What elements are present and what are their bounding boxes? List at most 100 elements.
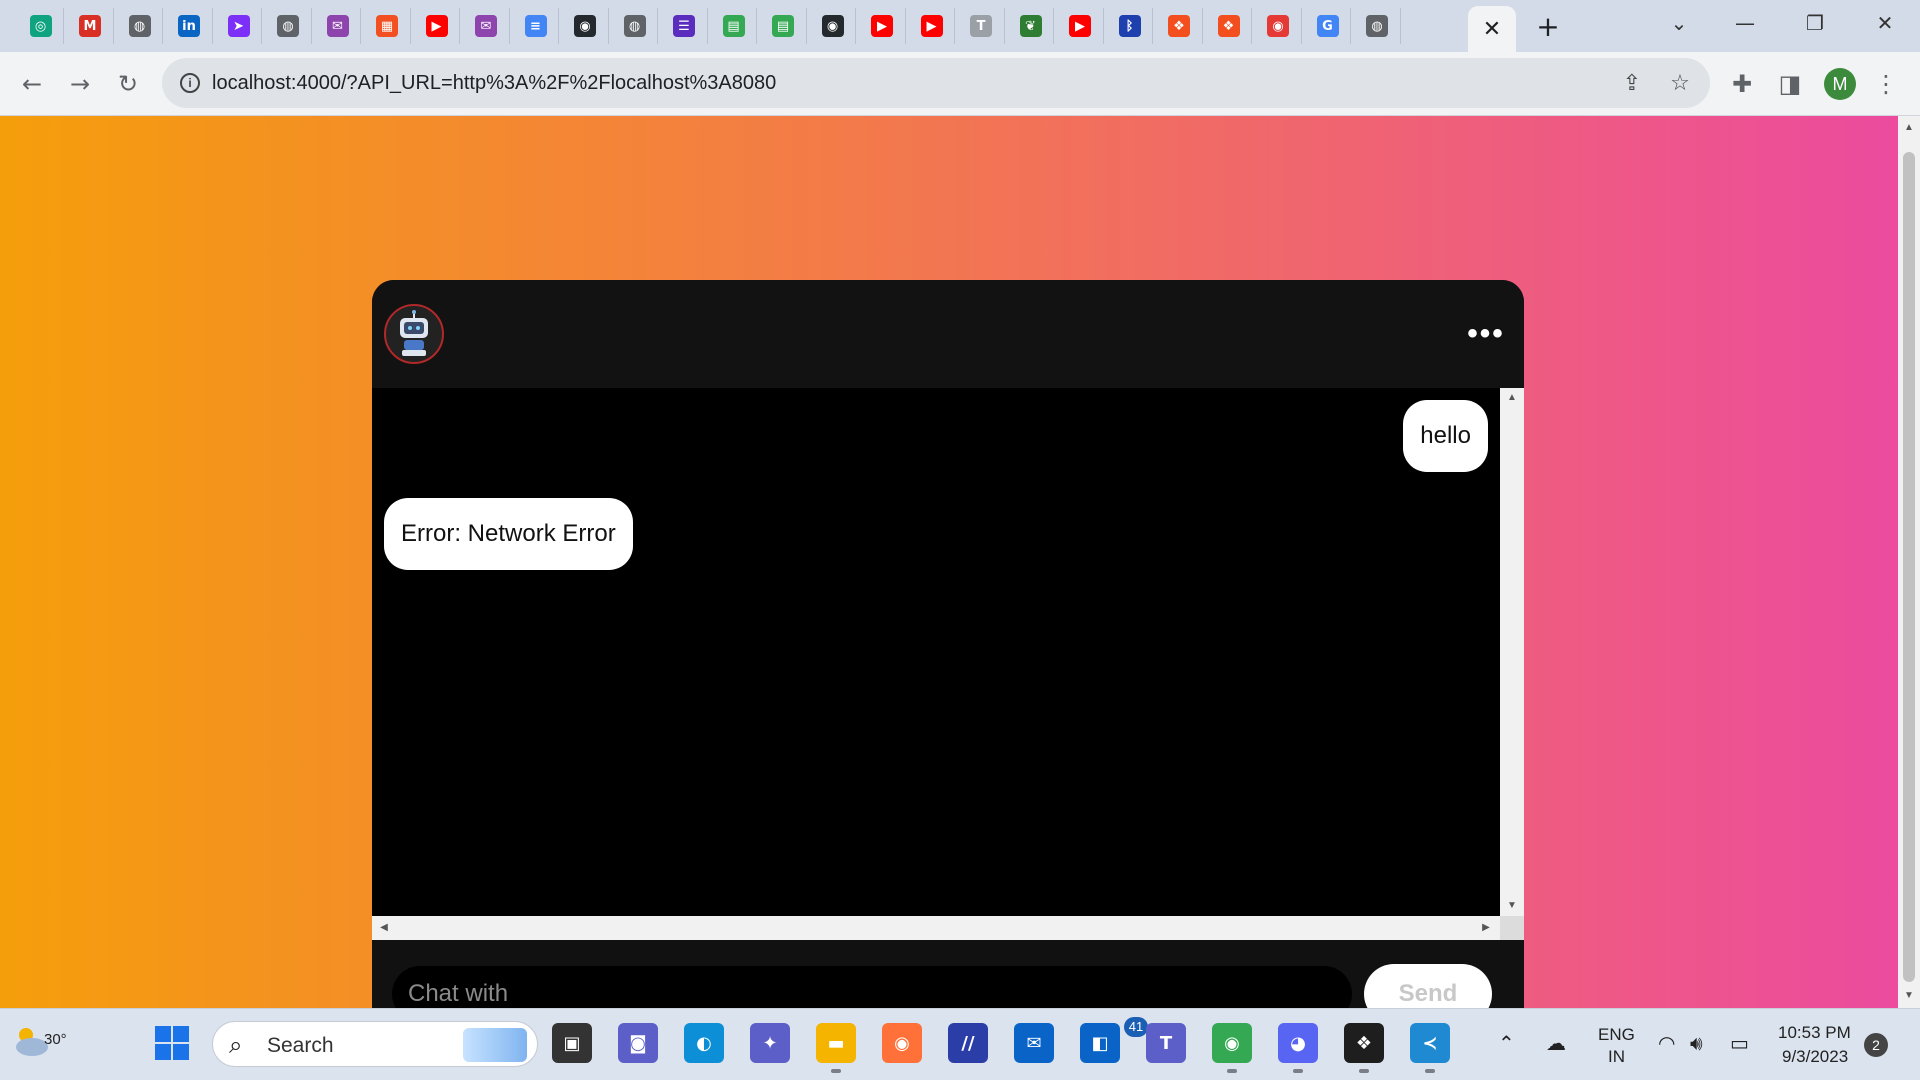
page-vertical-scrollbar[interactable]: ▲ ▼ bbox=[1898, 116, 1920, 1008]
onedrive-cloud-icon[interactable]: ☁ bbox=[1546, 1031, 1566, 1055]
running-app-indicator bbox=[1293, 1069, 1303, 1073]
page-scroll-thumb[interactable] bbox=[1903, 152, 1915, 982]
profile-avatar[interactable]: M bbox=[1824, 68, 1856, 100]
scroll-left-arrow-icon[interactable]: ◀ bbox=[378, 922, 390, 933]
site-info-icon[interactable]: i bbox=[180, 73, 200, 93]
browser-tab[interactable]: ➤ bbox=[216, 8, 262, 44]
browser-tab[interactable]: ◉ bbox=[810, 8, 856, 44]
browser-tab[interactable]: ▶ bbox=[414, 8, 460, 44]
new-tab-button[interactable]: + bbox=[1530, 10, 1566, 43]
browser-tab[interactable]: ◉ bbox=[563, 8, 609, 44]
file-explorer-icon[interactable]: ▬ bbox=[816, 1023, 856, 1063]
browser-tab[interactable]: ◍ bbox=[117, 8, 163, 44]
wifi-icon[interactable]: ◠ bbox=[1658, 1031, 1675, 1055]
page-viewport: ••• hello Error: Network Error ▲ ▼ ◀ ▶ S… bbox=[0, 116, 1898, 1052]
scroll-right-arrow-icon[interactable]: ▶ bbox=[1480, 922, 1492, 933]
running-app-indicator bbox=[1425, 1069, 1435, 1073]
browser-tab[interactable]: ▶ bbox=[1058, 8, 1104, 44]
input-language[interactable]: ENG bbox=[1598, 1025, 1635, 1045]
mail-icon[interactable]: ✉ bbox=[1014, 1023, 1054, 1063]
message-list-vertical-scrollbar[interactable]: ▲ ▼ bbox=[1500, 388, 1524, 916]
back-button[interactable]: ← bbox=[14, 66, 50, 102]
url-text[interactable]: localhost:4000/?API_URL=http%3A%2F%2Floc… bbox=[212, 72, 776, 95]
bookmark-star-icon[interactable]: ☆ bbox=[1666, 69, 1694, 97]
teams-icon[interactable]: T bbox=[1146, 1023, 1186, 1063]
browser-tab[interactable]: T bbox=[959, 8, 1005, 44]
clock-date[interactable]: 9/3/2023 bbox=[1782, 1047, 1848, 1067]
page-scroll-up-arrow-icon[interactable]: ▲ bbox=[1898, 122, 1920, 133]
browser-toolbar: ← → ↻ i localhost:4000/?API_URL=http%3A%… bbox=[0, 52, 1920, 116]
browser-tab[interactable]: ▶ bbox=[860, 8, 906, 44]
meet-icon[interactable]: ◙ bbox=[618, 1023, 658, 1063]
firefox-icon[interactable]: ◉ bbox=[882, 1023, 922, 1063]
browser-tab[interactable]: ▦ bbox=[365, 8, 411, 44]
browser-tab[interactable]: in bbox=[167, 8, 213, 44]
leaf-icon: ❦ bbox=[1019, 15, 1042, 37]
browser-tab[interactable]: ▶ bbox=[909, 8, 955, 44]
tab-search-chevron-icon[interactable]: ⌄ bbox=[1654, 6, 1704, 40]
browser-tab-strip: ◎ M ◍ in ➤ ◍ ✉ ▦ ▶ ✉ ≡ ◉ ◍ ☰ ▤ ▤ ◉ ▶ ▶ T ❦ ▶ ᛒ ❖ ❖ ◉ G ◍ bbox=[0, 0, 1920, 52]
share-icon[interactable]: ⇪ bbox=[1618, 69, 1646, 97]
forward-button[interactable]: → bbox=[62, 66, 98, 102]
side-panel-icon[interactable]: ◨ bbox=[1772, 66, 1808, 102]
task-view-icon[interactable]: ▣ bbox=[552, 1023, 592, 1063]
ai-app-icon[interactable]: // bbox=[948, 1023, 988, 1063]
active-tab-close-icon[interactable]: ✕ bbox=[1468, 6, 1516, 52]
copilot-icon[interactable]: ✦ bbox=[750, 1023, 790, 1063]
chatgpt-icon: ◎ bbox=[29, 15, 52, 37]
browser-tab[interactable]: ◎ bbox=[18, 8, 64, 44]
browser-tab[interactable]: ✉ bbox=[464, 8, 510, 44]
message-list-horizontal-scrollbar[interactable]: ◀ ▶ bbox=[372, 916, 1500, 940]
browser-tab[interactable]: ❖ bbox=[1157, 8, 1203, 44]
volume-icon[interactable]: 🔊︎ bbox=[1690, 1031, 1703, 1055]
vscode-icon[interactable]: ≺ bbox=[1410, 1023, 1450, 1063]
browser-tab[interactable]: G bbox=[1305, 8, 1351, 44]
taskbar-search-label: Search bbox=[267, 1034, 334, 1057]
browser-tab[interactable]: ▤ bbox=[761, 8, 807, 44]
browser-tab[interactable]: ❖ bbox=[1206, 8, 1252, 44]
scroll-down-arrow-icon[interactable]: ▼ bbox=[1500, 900, 1524, 911]
browser-tab[interactable]: ◍ bbox=[1355, 8, 1401, 44]
browser-tab[interactable]: M bbox=[68, 8, 114, 44]
start-windows-icon[interactable] bbox=[152, 1023, 192, 1063]
chat-widget: ••• hello Error: Network Error ▲ ▼ ◀ ▶ S… bbox=[372, 280, 1524, 1052]
browser-tab[interactable]: ✉ bbox=[315, 8, 361, 44]
list-app-icon: ☰ bbox=[673, 15, 695, 37]
figma-icon[interactable]: ❖ bbox=[1344, 1023, 1384, 1063]
weather-widget[interactable]: 30° bbox=[10, 1019, 67, 1069]
search-highlight-image bbox=[463, 1028, 527, 1062]
chrome-icon[interactable]: ◉ bbox=[1212, 1023, 1252, 1063]
show-hidden-icons-chevron-icon[interactable]: ⌃ bbox=[1498, 1031, 1515, 1055]
bot-message-bubble: Error: Network Error bbox=[384, 498, 633, 570]
chat-menu-dots-icon[interactable]: ••• bbox=[1460, 317, 1512, 350]
browser-tab[interactable]: ≡ bbox=[513, 8, 559, 44]
browser-tab[interactable]: ▤ bbox=[711, 8, 757, 44]
restore-button[interactable]: ❐ bbox=[1790, 6, 1840, 40]
edge-icon[interactable]: ◐ bbox=[684, 1023, 724, 1063]
address-bar[interactable]: i localhost:4000/?API_URL=http%3A%2F%2Fl… bbox=[162, 58, 1710, 108]
page-scroll-down-arrow-icon[interactable]: ▼ bbox=[1898, 990, 1920, 1001]
figma-icon: ❖ bbox=[1217, 15, 1240, 37]
battery-icon[interactable]: ▭ bbox=[1730, 1031, 1749, 1055]
browser-tab[interactable]: ᛒ bbox=[1107, 8, 1153, 44]
input-region[interactable]: IN bbox=[1608, 1047, 1625, 1067]
browser-menu-icon[interactable]: ⋮ bbox=[1868, 66, 1904, 102]
minimize-button[interactable]: — bbox=[1720, 6, 1770, 40]
extensions-puzzle-icon[interactable]: ✚ bbox=[1724, 66, 1760, 102]
scroll-up-arrow-icon[interactable]: ▲ bbox=[1500, 392, 1524, 403]
globe-icon: ◍ bbox=[623, 15, 646, 37]
browser-tab[interactable]: ◍ bbox=[612, 8, 658, 44]
notification-count-badge[interactable]: 2 bbox=[1864, 1033, 1888, 1057]
browser-tab[interactable]: ◉ bbox=[1256, 8, 1302, 44]
close-window-button[interactable]: ✕ bbox=[1860, 6, 1910, 40]
arrow-app-icon: ➤ bbox=[227, 15, 250, 37]
browser-tab[interactable]: ❦ bbox=[1008, 8, 1054, 44]
browser-tab[interactable]: ☰ bbox=[662, 8, 708, 44]
clock-time[interactable]: 10:53 PM bbox=[1778, 1023, 1851, 1043]
browser-tab[interactable]: ◍ bbox=[266, 8, 312, 44]
taskbar-search-box[interactable]: ⌕ Search bbox=[212, 1021, 538, 1067]
discord-icon[interactable]: ◕ bbox=[1278, 1023, 1318, 1063]
windows-taskbar: 30° ⌕ Search 41 ⌃ ☁ ENG IN ◠ 🔊︎ ▭ 10:53 … bbox=[0, 1008, 1920, 1080]
reload-button[interactable]: ↻ bbox=[110, 66, 146, 102]
outlook-icon[interactable]: ◧ bbox=[1080, 1023, 1120, 1063]
